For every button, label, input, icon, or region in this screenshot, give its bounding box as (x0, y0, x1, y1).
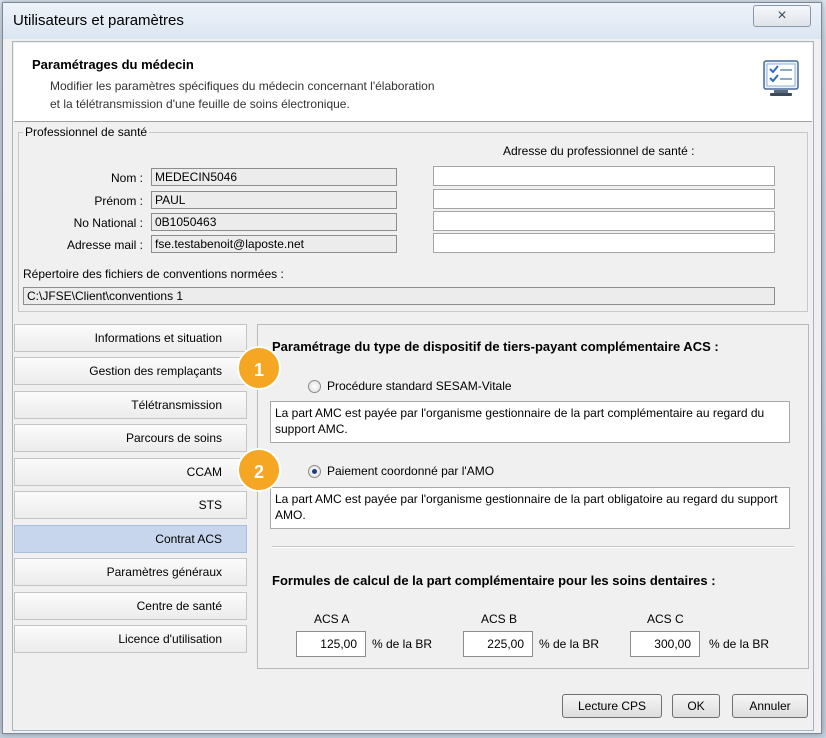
acs-panel-title: Paramétrage du type de dispositif de tie… (272, 339, 719, 354)
acs-c-unit: % de la BR (709, 637, 770, 651)
acs-a-input[interactable]: 125,00 (296, 631, 366, 657)
acs-panel: Paramétrage du type de dispositif de tie… (257, 324, 809, 669)
nav-informations-situation[interactable]: Informations et situation (14, 324, 247, 352)
acs-c-input[interactable]: 300,00 (630, 631, 700, 657)
option-paiement-coordonne[interactable]: Paiement coordonné par l'AMO (308, 464, 494, 478)
nav-licence-utilisation[interactable]: Licence d'utilisation (14, 625, 247, 653)
formula-title: Formules de calcul de la part complément… (272, 573, 716, 588)
close-icon: × (777, 7, 787, 24)
repertoire-label: Répertoire des fichiers de conventions n… (23, 267, 284, 281)
nav-sts[interactable]: STS (14, 491, 247, 519)
header-desc-line1: Modifier les paramètres spécifiques du m… (50, 79, 435, 93)
panel-separator (272, 546, 794, 548)
nav-parametres-generaux[interactable]: Paramètres généraux (14, 558, 247, 586)
annotation-badge-1: 1 (237, 346, 281, 390)
dialog-body: Paramétrages du médecin Modifier les par… (12, 41, 814, 731)
title-bar: Utilisateurs et paramètres × (3, 3, 821, 39)
address-label: Adresse du professionnel de santé : (503, 144, 695, 158)
close-button[interactable]: × (753, 5, 811, 27)
email-field[interactable]: fse.testabenoit@laposte.net (151, 235, 397, 253)
nom-label: Nom : (110, 171, 143, 185)
option-standard-sesam-label: Procédure standard SESAM-Vitale (327, 379, 512, 393)
acs-b-label: ACS B (481, 612, 518, 626)
prenom-label: Prénom : (94, 194, 143, 208)
acs-a-unit: % de la BR (372, 637, 433, 651)
header-description: Modifier les paramètres spécifiques du m… (50, 77, 610, 113)
nav-teletransmission[interactable]: Télétransmission (14, 391, 247, 419)
header-desc-line2: et la télétransmission d'une feuille de … (50, 97, 350, 111)
window-title: Utilisateurs et paramètres (13, 12, 184, 29)
nav-parcours-soins[interactable]: Parcours de soins (14, 424, 247, 452)
email-label: Adresse mail : (66, 238, 143, 252)
header-banner: Paramétrages du médecin Modifier les par… (14, 43, 812, 122)
acs-c-label: ACS C (647, 612, 684, 626)
acs-b-input[interactable]: 225,00 (463, 631, 533, 657)
acs-b-unit: % de la BR (539, 637, 600, 651)
acs-a-label: ACS A (314, 612, 350, 626)
option-standard-sesam[interactable]: Procédure standard SESAM-Vitale (308, 379, 512, 393)
repertoire-field[interactable]: C:\JFSE\Client\conventions 1 (23, 287, 775, 305)
no-national-field[interactable]: 0B1050463 (151, 213, 397, 231)
professional-group-label: Professionnel de santé (23, 125, 150, 139)
address-line-4[interactable] (433, 233, 775, 253)
prenom-field[interactable]: PAUL (151, 191, 397, 209)
no-national-label: No National : (73, 216, 143, 230)
nav-centre-sante[interactable]: Centre de santé (14, 592, 247, 620)
nav-ccam[interactable]: CCAM (14, 458, 247, 486)
ok-button[interactable]: OK (672, 694, 720, 718)
address-line-2[interactable] (433, 189, 775, 209)
settings-form-icon (763, 60, 799, 96)
address-line-3[interactable] (433, 211, 775, 231)
radio-standard-sesam[interactable] (308, 379, 321, 393)
cancel-button[interactable]: Annuler (732, 694, 808, 718)
address-line-1[interactable] (433, 166, 775, 186)
option-standard-sesam-description: La part AMC est payée par l'organisme ge… (270, 401, 790, 443)
lecture-cps-button[interactable]: Lecture CPS (562, 694, 662, 718)
nav-gestion-remplacants[interactable]: Gestion des remplaçants (14, 357, 247, 385)
header-title: Paramétrages du médecin (32, 57, 194, 72)
dialog-window: Utilisateurs et paramètres × Paramétrage… (2, 2, 822, 734)
radio-paiement-coordonne[interactable] (308, 464, 321, 478)
option-paiement-coordonne-description: La part AMC est payée par l'organisme ge… (270, 487, 790, 529)
option-paiement-coordonne-label: Paiement coordonné par l'AMO (327, 464, 495, 478)
annotation-badge-2: 2 (237, 448, 281, 492)
nom-field[interactable]: MEDECIN5046 (151, 168, 397, 186)
nav-contrat-acs[interactable]: Contrat ACS (14, 525, 247, 553)
